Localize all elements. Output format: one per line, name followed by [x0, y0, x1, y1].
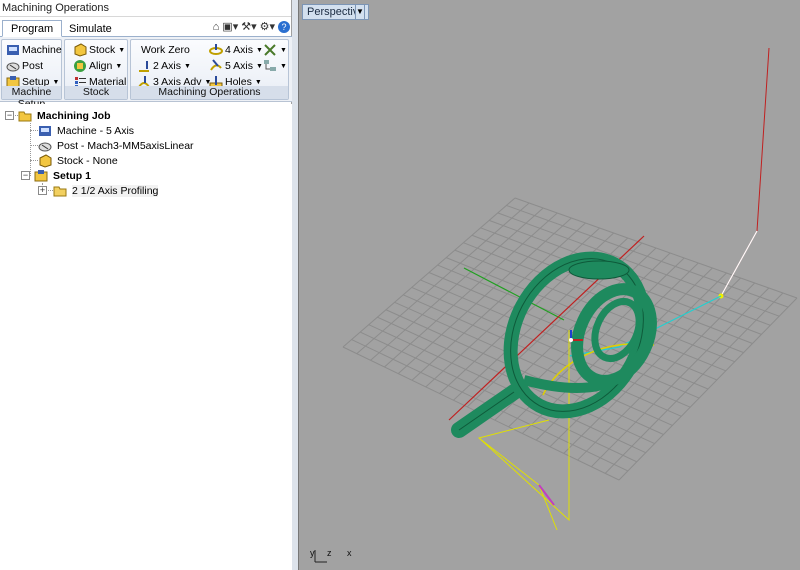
post-icon — [38, 139, 52, 153]
perspective-viewport[interactable]: Perspective ▼ y z x — [298, 0, 800, 570]
grid-line — [604, 292, 784, 474]
post-button[interactable]: Post — [6, 58, 43, 74]
axis-label-y: y — [310, 548, 315, 558]
stock-box-icon — [38, 153, 52, 168]
stock-button[interactable]: Stock ▼ — [73, 42, 125, 58]
machine-icon — [38, 124, 52, 138]
tools-menu-icon[interactable]: ⚒▾ — [241, 20, 256, 33]
machining-operations-group: Work Zero 2 Axis ▼ 3 Axis Adv ▼ 4 Axis ▼ 5 … — [130, 39, 289, 100]
help-icon[interactable]: ? — [278, 20, 290, 33]
list-tree-icon — [263, 59, 277, 73]
collapse-setup-toggle[interactable]: − — [21, 171, 30, 180]
machine-setup-label: Machine Setup — [2, 86, 61, 110]
four-axis-icon — [209, 43, 223, 57]
align-icon — [73, 59, 87, 73]
machining-operations-label: Machining Operations — [131, 86, 288, 99]
tool-axis-red — [720, 47, 770, 297]
tree-node-post[interactable]: Post - Mach3-MM5axisLinear — [38, 138, 194, 153]
ribbon: Machine Post Setup▼ Machine Setup Stock▼… — [0, 37, 292, 110]
tree-node-machine[interactable]: Machine - 5 Axis — [38, 123, 134, 138]
viewport-menu-dropdown[interactable]: ▼ — [355, 4, 365, 20]
tab-toolbar: ⌂ ▣▾ ⚒▾ ⚙▾ ? — [213, 20, 290, 33]
tree-node-stock[interactable]: Stock - None — [38, 153, 118, 168]
folder-job-icon — [18, 109, 32, 123]
machine-icon — [6, 43, 20, 57]
tab-simulate[interactable]: Simulate — [60, 20, 121, 37]
two-axis-button[interactable]: 2 Axis ▼ — [137, 58, 191, 74]
axis-label-z: z — [327, 548, 332, 558]
five-axis-icon — [209, 59, 223, 73]
view-menu-icon[interactable]: ▣▾ — [222, 20, 238, 33]
machine-setup-group: Machine Post Setup▼ Machine Setup — [1, 39, 62, 110]
gumball-origin — [569, 338, 573, 342]
settings-menu-icon[interactable]: ⚙▾ — [260, 20, 275, 33]
align-button[interactable]: Align ▼ — [73, 58, 122, 74]
tree-node-setup[interactable]: Setup 1 — [34, 168, 91, 183]
expand-operation-toggle[interactable]: + — [38, 186, 47, 195]
post-icon — [6, 59, 20, 73]
operations-list-button[interactable]: ▼ — [263, 58, 287, 74]
tab-program[interactable]: Program — [2, 20, 63, 37]
stock-group: Stock ▼ Align ▼ Material Stock — [64, 39, 128, 100]
four-axis-button[interactable]: 4 Axis ▼ — [209, 42, 263, 58]
stock-group-label: Stock — [65, 86, 127, 99]
viewport-scene — [314, 47, 798, 563]
tree-node-machining-job[interactable]: Machining Job — [18, 108, 111, 123]
tree-node-operation[interactable]: 2 1/2 Axis Profiling — [53, 183, 159, 198]
work-zero-button[interactable]: Work Zero — [141, 42, 190, 58]
five-axis-button[interactable]: 5 Axis ▼ — [209, 58, 263, 74]
two-axis-icon — [137, 59, 151, 73]
panel-title: Machining Operations — [0, 0, 291, 17]
stock-box-icon — [73, 43, 87, 57]
tools-button[interactable]: ▼ — [263, 42, 287, 58]
crossed-tools-icon — [263, 43, 277, 57]
collapse-ribbon-icon[interactable]: ⌂ — [213, 21, 220, 33]
machine-button[interactable]: Machine — [6, 42, 62, 58]
machining-operations-panel: Machining Operations Program Simulate ⌂ … — [0, 0, 292, 570]
collapse-root-toggle[interactable]: − — [5, 111, 14, 120]
setup-icon — [34, 169, 48, 183]
world-axis-icon — [314, 550, 327, 563]
machining-job-tree: − Machining Job Machine - 5 Axis Post - … — [0, 104, 292, 570]
tab-row: Program Simulate ⌂ ▣▾ ⚒▾ ⚙▾ ? — [0, 19, 292, 37]
axis-label-x: x — [347, 548, 352, 558]
folder-icon — [53, 184, 67, 198]
